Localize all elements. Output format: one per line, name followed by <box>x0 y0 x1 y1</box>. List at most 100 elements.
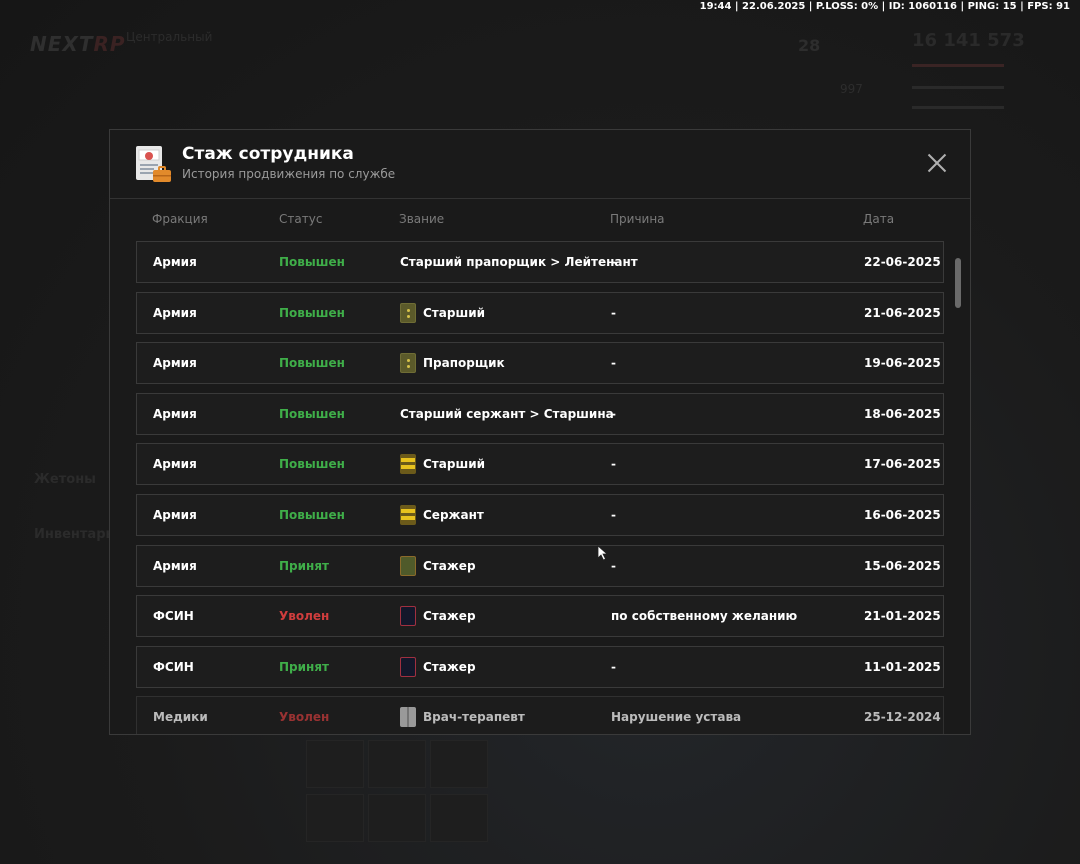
rank-label: Стажер <box>423 558 476 573</box>
cell-faction: Армия <box>153 507 197 522</box>
cell-faction: Медики <box>153 710 208 725</box>
status-bar: 19:44 | 22.06.2025 | P.LOSS: 0% | ID: 10… <box>699 1 1070 12</box>
server-name: Центральный <box>126 30 213 44</box>
history-list[interactable]: Армия Повышен Старший прапорщик > Лейтен… <box>136 241 945 734</box>
hud-hunger-bar <box>912 86 1004 89</box>
hud-stat-fuel: 997 <box>840 82 863 96</box>
green-trainee-strap-icon <box>400 555 416 576</box>
modal-header: Стаж сотрудника История продвижения по с… <box>110 130 970 199</box>
white-coat-strap-icon <box>400 707 416 728</box>
gold-stripes-icon <box>400 504 416 525</box>
side-inventory-label: Инвентарь <box>34 527 114 542</box>
money-display: 16 141 573 <box>912 30 1025 51</box>
cell-reason: Нарушение устава <box>611 710 742 725</box>
table-row: Армия Повышен Старший прапорщик > Лейтен… <box>136 241 944 283</box>
game-logo: NEXTRP <box>30 32 126 56</box>
header-rank: Звание <box>399 212 445 226</box>
rank-label: Сержант <box>423 507 484 522</box>
olive-shoulder-strap-icon <box>400 353 416 374</box>
cell-date: 11-01-2025 <box>864 659 941 674</box>
cell-reason: - <box>611 659 616 674</box>
inventory-slot <box>430 794 488 842</box>
cell-faction: Армия <box>153 457 197 472</box>
cell-date: 22-06-2025 <box>864 255 941 269</box>
inventory-slot <box>368 740 426 788</box>
inventory-slot <box>368 794 426 842</box>
rank-label: Врач-терапевт <box>423 710 525 725</box>
cell-date: 17-06-2025 <box>864 457 941 472</box>
hud-stat-level: 28 <box>798 36 821 55</box>
cell-date: 21-06-2025 <box>864 305 941 320</box>
cell-faction: Армия <box>153 558 197 573</box>
cell-status: Повышен <box>279 305 345 320</box>
navy-strap-icon <box>400 656 416 677</box>
table-row: Армия Повышен Прапорщик - 19-06-2025 <box>136 342 944 385</box>
rank-label: Прапорщик <box>423 356 505 371</box>
inventory-slot <box>306 794 364 842</box>
cell-faction: Армия <box>153 305 197 320</box>
cell-rank: Старший прапорщик > Лейтенант <box>400 251 638 273</box>
inventory-slot <box>430 740 488 788</box>
hud-health-bar <box>912 64 1004 67</box>
modal-title: Стаж сотрудника <box>182 144 354 164</box>
cell-date: 25-12-2024 <box>864 710 941 725</box>
cell-faction: ФСИН <box>153 659 194 674</box>
scrollbar-thumb[interactable] <box>955 258 961 308</box>
table-header: Фракция Статус Звание Причина Дата <box>110 212 970 230</box>
cell-faction: Армия <box>153 255 197 269</box>
cell-faction: ФСИН <box>153 609 194 624</box>
cell-status: Повышен <box>279 507 345 522</box>
rank-label: Старший <box>423 305 486 320</box>
cell-status: Повышен <box>279 406 345 421</box>
cell-date: 21-01-2025 <box>864 609 941 624</box>
cell-status: Уволен <box>279 609 330 624</box>
cell-rank: Сержант <box>400 504 484 526</box>
cell-status: Принят <box>279 659 329 674</box>
cell-rank: Врач-терапевт <box>400 706 525 728</box>
table-row: Армия Повышен Сержант - 16-06-2025 <box>136 493 944 536</box>
cell-reason: по собственному желанию <box>611 609 798 624</box>
header-reason: Причина <box>610 212 665 226</box>
cell-faction: Армия <box>153 356 197 371</box>
cell-reason: - <box>611 406 616 421</box>
table-row: Армия Принят Стажер - 15-06-2025 <box>136 544 944 587</box>
cell-status: Принят <box>279 558 329 573</box>
cell-rank: Стажер <box>400 656 476 678</box>
cell-rank: Старший <box>400 302 485 324</box>
cell-date: 18-06-2025 <box>864 406 941 421</box>
table-row: ФСИН Уволен Стажер по собственному желан… <box>136 595 944 638</box>
cell-rank: Стажер <box>400 605 476 627</box>
cell-reason: - <box>611 457 616 472</box>
employee-seniority-modal: Стаж сотрудника История продвижения по с… <box>109 129 971 735</box>
rank-label: Стажер <box>423 609 476 624</box>
rank-label: Старший прапорщик > Лейтенант <box>400 255 638 269</box>
cell-rank: Старший сержант > Старшина <box>400 403 614 425</box>
cell-status: Повышен <box>279 356 345 371</box>
table-row: Армия Повышен Старший - 17-06-2025 <box>136 443 944 486</box>
cell-status: Повышен <box>279 255 345 269</box>
cell-rank: Стажер <box>400 555 476 577</box>
header-status: Статус <box>279 212 323 226</box>
cell-status: Уволен <box>279 710 330 725</box>
document-briefcase-icon <box>136 146 171 182</box>
header-date: Дата <box>863 212 895 226</box>
inventory-slot <box>306 740 364 788</box>
table-row: Армия Повышен Старший - 21-06-2025 <box>136 291 944 334</box>
cell-date: 16-06-2025 <box>864 507 941 522</box>
close-icon[interactable] <box>924 150 950 176</box>
rank-label: Старший сержант > Старшина <box>400 406 614 421</box>
cell-reason: - <box>612 255 617 269</box>
hud-thirst-bar <box>912 106 1004 109</box>
mouse-cursor-icon <box>597 545 609 561</box>
cell-reason: - <box>611 507 616 522</box>
rank-label: Старший <box>423 457 486 472</box>
cell-reason: - <box>611 558 616 573</box>
cell-reason: - <box>611 305 616 320</box>
gold-stripes-icon <box>400 454 416 475</box>
cell-reason: - <box>611 356 616 371</box>
cell-rank: Прапорщик <box>400 352 505 374</box>
table-row: Медики Уволен Врач-терапевт Нарушение ус… <box>136 696 944 734</box>
rank-label: Стажер <box>423 659 476 674</box>
header-faction: Фракция <box>152 212 208 226</box>
cell-date: 19-06-2025 <box>864 356 941 371</box>
